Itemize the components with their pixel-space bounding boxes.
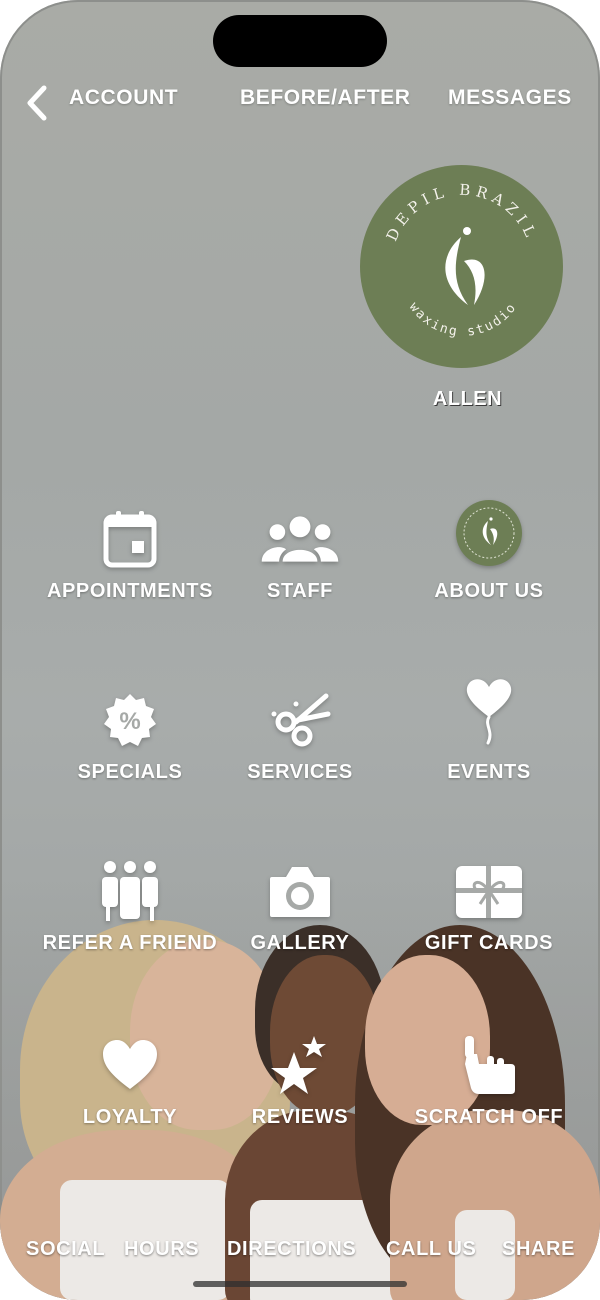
people-group-icon (260, 504, 340, 574)
scratch-off-tile[interactable]: SCRATCH OFF (389, 1030, 589, 1160)
home-indicator[interactable] (193, 1281, 407, 1287)
gallery-tile[interactable]: GALLERY (200, 856, 400, 986)
hours-link[interactable]: HOURS (124, 1238, 199, 1261)
app-screen: ACCOUNT BEFORE/AFTER MESSAGES DEPIL BRAZ… (0, 0, 600, 1300)
svg-text:waxing studio: waxing studio (406, 300, 520, 340)
gift-cards-tile[interactable]: GIFT CARDS (389, 856, 589, 986)
about-us-label: ABOUT US (434, 580, 544, 602)
gift-cards-label: GIFT CARDS (424, 932, 554, 954)
messages-link[interactable]: MESSAGES (448, 86, 572, 118)
directions-link[interactable]: DIRECTIONS (227, 1238, 356, 1261)
location-name: ALLEN (432, 388, 503, 410)
share-link[interactable]: SHARE (502, 1238, 575, 1261)
svg-text:DEPIL BRAZIL: DEPIL BRAZIL (383, 181, 542, 244)
about-us-tile[interactable]: ABOUT US (389, 494, 589, 624)
scratch-off-label: SCRATCH OFF (414, 1106, 564, 1128)
friends-icon (90, 856, 170, 926)
stars-icon (260, 1030, 340, 1100)
brand-tagline-text: waxing studio (406, 300, 518, 340)
reviews-tile[interactable]: REVIEWS (200, 1030, 400, 1160)
account-link[interactable]: ACCOUNT (69, 86, 178, 118)
brand-logo: DEPIL BRAZIL waxing studio (360, 165, 563, 368)
svg-text:%: % (119, 708, 140, 735)
camera-notch (213, 15, 387, 67)
scissors-icon (260, 685, 340, 755)
chevron-left-icon[interactable] (22, 84, 52, 122)
events-tile[interactable]: EVENTS (389, 675, 589, 805)
services-tile[interactable]: SERVICES (200, 685, 400, 815)
brand-name-text: DEPIL BRAZIL (383, 181, 537, 244)
percent-badge-icon: % (90, 685, 170, 755)
staff-tile[interactable]: STAFF (200, 504, 400, 634)
brand-logo-icon (449, 498, 529, 568)
social-link[interactable]: SOCIAL (26, 1238, 105, 1261)
gift-card-icon (449, 856, 529, 926)
before-after-link[interactable]: BEFORE/AFTER (240, 86, 411, 118)
heart-balloon-icon (449, 675, 529, 745)
heart-icon (90, 1030, 170, 1100)
call-us-link[interactable]: CALL US (386, 1238, 477, 1261)
camera-icon (260, 856, 340, 926)
pointer-hand-icon (449, 1030, 529, 1100)
events-label: EVENTS (447, 761, 531, 783)
calendar-icon (90, 504, 170, 574)
